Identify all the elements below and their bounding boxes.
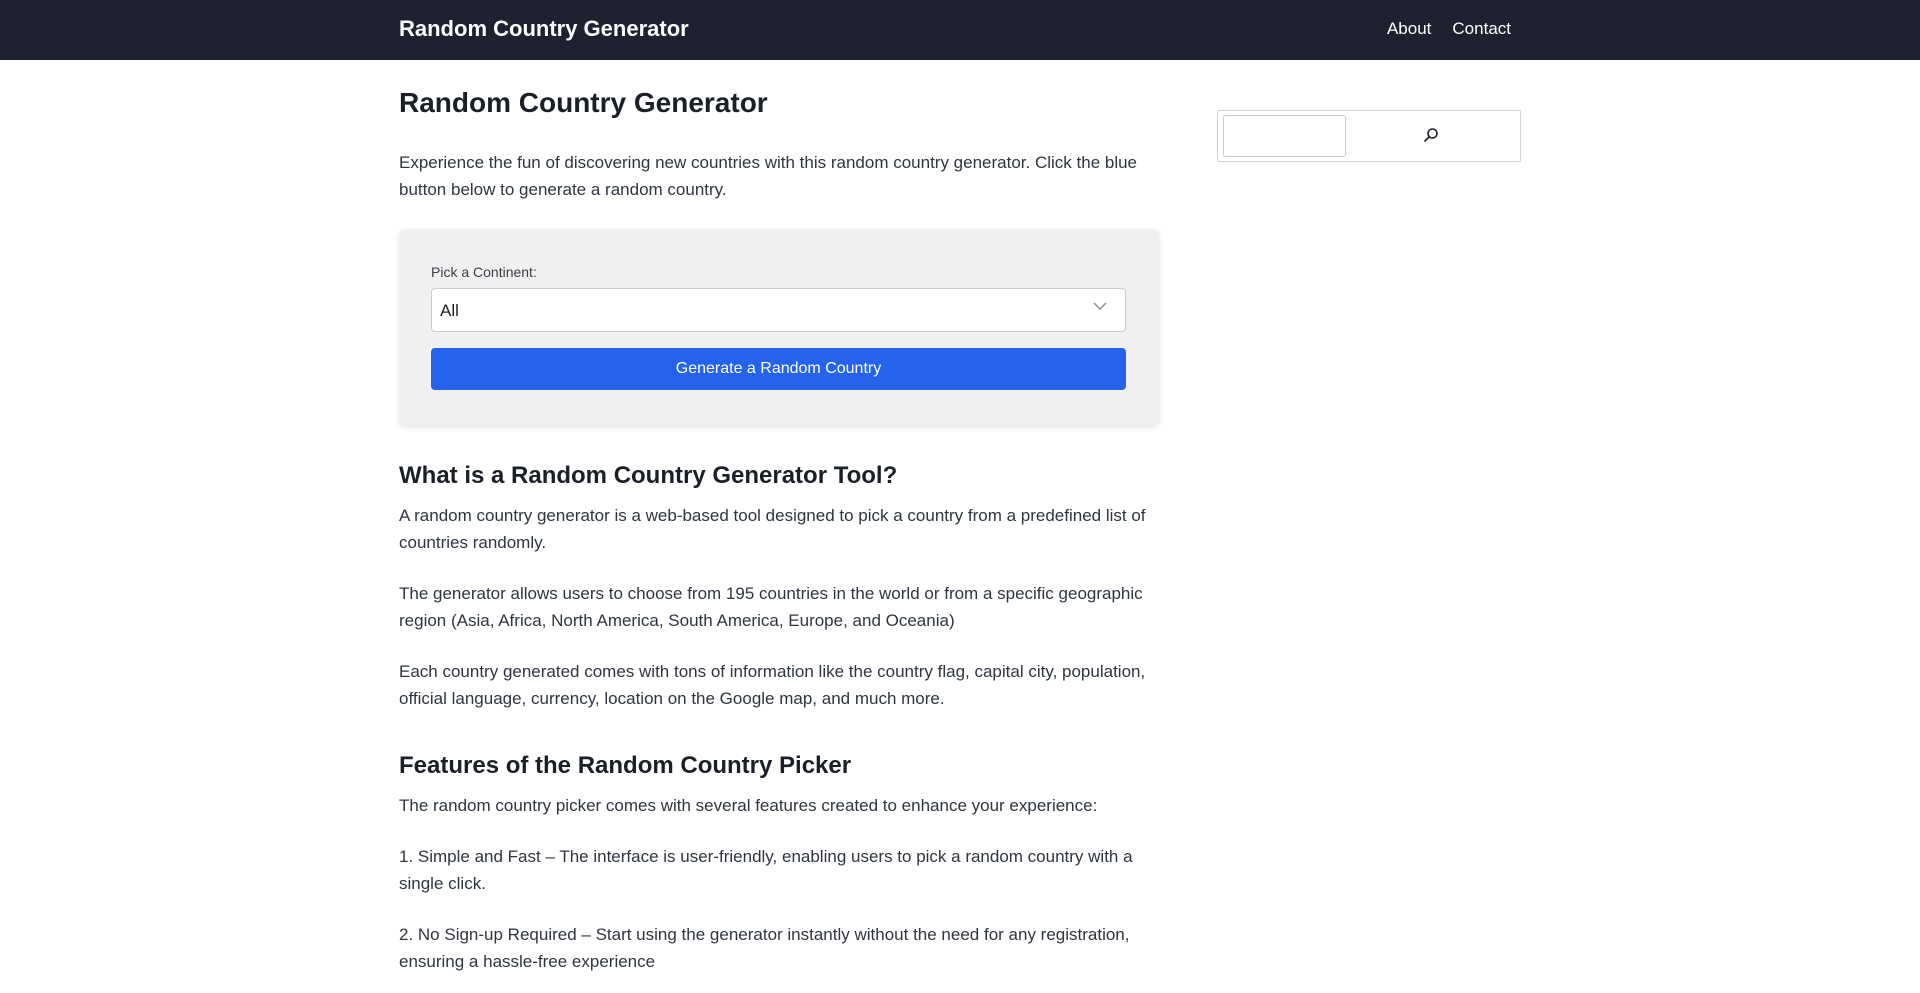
search-icon [1423,127,1439,146]
section2-paragraph: The random country picker comes with sev… [399,796,1098,815]
section1-paragraph: A random country generator is a web-base… [399,506,1146,552]
nav-link-about[interactable]: About [1387,19,1431,39]
intro-paragraph: Experience the fun of discovering new co… [399,153,1138,199]
generate-country-button[interactable]: Generate a Random Country [431,348,1126,390]
page-title: Random Country Generator [399,87,768,118]
top-navbar: Random Country Generator About Contact [0,0,1920,60]
main-nav: About Contact [1387,19,1511,39]
section1-paragraph: The generator allows users to choose fro… [399,584,1143,630]
feature-item: 1. Simple and Fast – The interface is us… [399,847,1133,893]
search-input[interactable] [1223,115,1346,157]
feature-item: 2. No Sign-up Required – Start using the… [399,925,1130,971]
section1-paragraph: Each country generated comes with tons o… [399,662,1146,708]
section-heading-what-is: What is a Random Country Generator Tool? [399,462,898,489]
continent-label: Pick a Continent: [431,264,537,280]
chevron-down-icon [1093,299,1107,313]
continent-select-value: All [440,301,459,320]
main-content: Random Country Generator Experience the … [399,60,1159,975]
generator-card: Pick a Continent: All Generate a Random … [399,229,1159,425]
nav-link-contact[interactable]: Contact [1452,19,1511,39]
search-button[interactable] [1346,115,1516,157]
section-heading-features: Features of the Random Country Picker [399,752,852,779]
site-title-link[interactable]: Random Country Generator [399,16,689,42]
continent-select[interactable]: All [431,288,1126,332]
sidebar-search-widget [1217,110,1521,162]
